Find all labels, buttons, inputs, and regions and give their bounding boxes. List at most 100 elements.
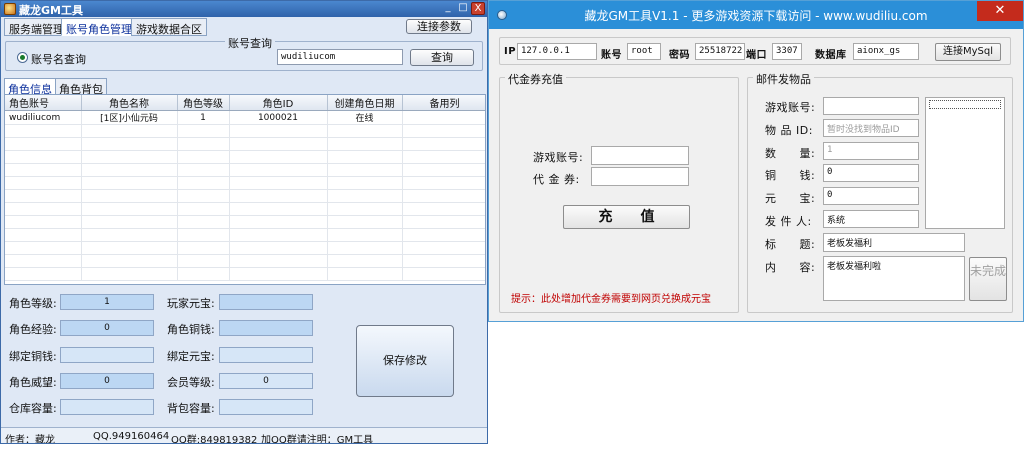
copper-input[interactable]: 0 [823,164,919,182]
recharge-tip: 提示：此处增加代金券需要到网页兑换成元宝 [511,294,711,305]
window-titlebar: 藏龙GM工具V1.1 - 更多游戏资源下载访问 - www.wudiliu.co… [489,1,1023,29]
ip-input[interactable]: 127.0.0.1 [517,43,597,60]
window-title: 藏龙GM工具V1.1 - 更多游戏资源下载访问 - www.wudiliu.co… [584,9,928,23]
close-button[interactable]: X [471,2,485,15]
bound-ingot-label: 绑定元宝: [167,350,215,363]
role-level-field[interactable]: 1 [60,294,154,310]
role-exp-field[interactable]: 0 [60,320,154,336]
status-note: 加QQ群请注明：GM工具 [261,435,374,444]
status-author: 作者：藏龙 [5,435,55,444]
recharge-group-title: 代金券充值 [505,71,566,87]
recharge-account-input[interactable] [591,146,689,165]
item-list-box[interactable] [925,97,1005,229]
grid-header-level[interactable]: 角色等级 [177,95,230,111]
voucher-label: 代 金 券: [533,173,580,186]
gm-tool-v11-window: 藏龙GM工具V1.1 - 更多游戏资源下载访问 - www.wudiliu.co… [488,0,1024,322]
quantity-input[interactable]: 1 [823,142,919,160]
table-row [5,215,485,229]
grid-header-spare[interactable]: 备用列 [402,95,485,111]
quantity-label: 数 量: [765,147,816,160]
player-ingot-field[interactable] [219,294,313,310]
recharge-button[interactable]: 充 值 [563,205,690,229]
database-label: 数据库 [815,50,847,61]
sender-input[interactable]: 系统 [823,210,919,228]
warehouse-capacity-field[interactable] [60,399,154,415]
table-row[interactable]: wudiliucom [1区]小仙元码 1 1000021 在线 [5,110,485,125]
role-prestige-field[interactable]: 0 [60,373,154,389]
save-changes-button[interactable]: 保存修改 [356,325,454,397]
table-row [5,176,485,190]
cell-account: wudiliucom [5,110,82,125]
gm-tool-window: 藏龙GM工具 _ □ X 服务端管理 账号角色管理 游戏数据合区 连接参数 账号… [0,0,488,444]
grid-header-name[interactable]: 角色名称 [81,95,178,111]
account-query-title: 账号查询 [225,35,275,51]
connect-params-button[interactable]: 连接参数 [406,19,472,34]
minimize-button[interactable]: _ [441,2,455,15]
item-id-label: 物 品 ID: [765,124,813,137]
status-qq-group: QQ群:849819382 [171,435,258,444]
role-copper-label: 角色铜钱: [167,323,215,336]
query-button[interactable]: 查询 [410,49,474,66]
player-ingot-label: 玩家元宝: [167,297,215,310]
mail-account-input[interactable] [823,97,919,115]
status-qq: QQ.949160464 [93,431,170,442]
dragon-app-icon [4,3,16,15]
table-row [5,267,485,281]
vip-level-field[interactable]: 0 [219,373,313,389]
voucher-input[interactable] [591,167,689,186]
port-input[interactable]: 3307 [772,43,802,60]
connect-mysql-button[interactable]: 连接MySql [935,43,1001,61]
cell-spare [402,110,485,125]
tab-account-role[interactable]: 账号角色管理 [61,18,137,36]
copper-label: 铜 钱: [765,169,816,182]
bound-copper-field[interactable] [60,347,154,363]
close-button[interactable]: ✕ [977,1,1023,21]
table-row [5,189,485,203]
database-input[interactable]: aionx_gs [853,43,919,60]
user-input[interactable]: root [627,43,661,60]
subject-input[interactable]: 老板发福利 [823,233,965,252]
tab-game-data-merge[interactable]: 游戏数据合区 [131,18,207,36]
port-label: 端口 [746,50,767,61]
password-input[interactable]: 25518722 [695,43,745,60]
grid-header-account[interactable]: 角色账号 [5,95,82,111]
recharge-account-label: 游戏账号: [533,151,584,164]
table-row [5,124,485,138]
incomplete-button[interactable]: 未完成 [969,257,1007,301]
ingot-input[interactable]: 0 [823,187,919,205]
cell-name: [1区]小仙元码 [81,110,178,125]
table-row [5,241,485,255]
sender-label: 发 件 人: [765,215,812,228]
backpack-capacity-field[interactable] [219,399,313,415]
grid-header-created[interactable]: 创建角色日期 [327,95,403,111]
cell-id: 1000021 [229,110,328,125]
account-query-input[interactable]: wudiliucom [277,49,403,65]
role-prestige-label: 角色威望: [9,376,57,389]
content-label: 内 容: [765,261,816,274]
role-exp-label: 角色经验: [9,323,57,336]
window-title: 藏龙GM工具 [19,4,83,17]
bound-ingot-field[interactable] [219,347,313,363]
account-name-radio-label: 账号名查询 [31,53,86,66]
table-row [5,137,485,151]
tab-server-management[interactable]: 服务端管理 [4,18,69,36]
ingot-label: 元 宝: [765,192,816,205]
maximize-button[interactable]: □ [456,2,470,15]
role-level-label: 角色等级: [9,297,57,310]
cell-level: 1 [177,110,230,125]
vip-level-label: 会员等级: [167,376,215,389]
backpack-capacity-label: 背包容量: [167,402,215,415]
table-row [5,202,485,216]
window-titlebar: 藏龙GM工具 _ □ X [1,1,487,17]
bound-copper-label: 绑定铜钱: [9,350,57,363]
role-info-grid: 角色账号 角色名称 角色等级 角色ID 创建角色日期 备用列 wudiliuco… [4,94,486,285]
item-id-input[interactable]: 暂时没找到物品ID [823,119,919,137]
role-copper-field[interactable] [219,320,313,336]
content-textarea[interactable]: 老板发福利啦 [823,256,965,301]
table-row [5,150,485,164]
mail-items-group-title: 邮件发物品 [753,71,814,87]
account-name-radio[interactable] [17,52,28,63]
cell-created: 在线 [327,110,403,125]
grid-header-id[interactable]: 角色ID [229,95,328,111]
user-label: 账号 [601,50,622,61]
